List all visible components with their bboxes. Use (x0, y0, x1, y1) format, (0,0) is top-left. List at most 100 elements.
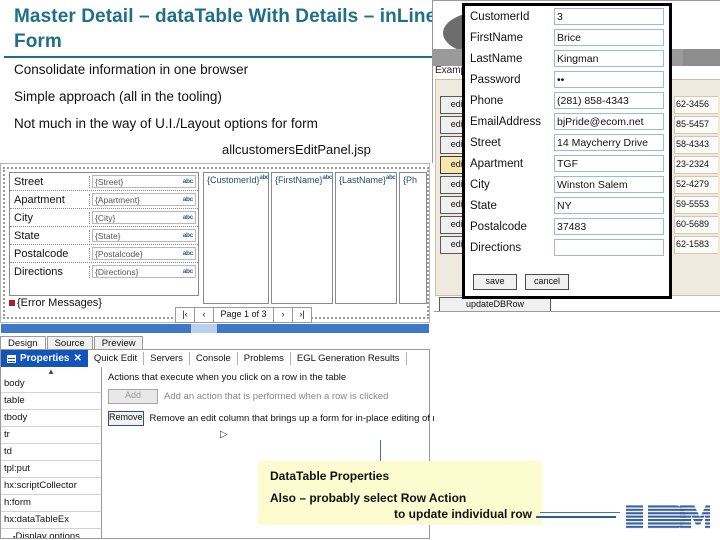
emailaddress-field[interactable]: bjPride@ecom.net (554, 113, 664, 130)
add-button[interactable]: Add (108, 389, 158, 404)
firstname-field[interactable]: Brice (554, 29, 664, 46)
tab-quick-edit[interactable]: Quick Edit (88, 352, 145, 365)
bullet-item: Consolidate information in one browser (14, 62, 249, 77)
field-label: State (470, 199, 497, 212)
pager-last-button[interactable]: ›| (293, 308, 311, 322)
binding-text: {Postalcode} (95, 248, 143, 259)
callout-line-1: Also – probably select Row Action (270, 491, 467, 505)
column-binding: {CustomerId} (207, 175, 260, 185)
pager-next-button[interactable]: › (274, 308, 293, 322)
canvas-horizontal-scrollbar[interactable] (1, 324, 429, 333)
design-field-label: Postalcode (10, 247, 90, 260)
customerid-field[interactable]: 3 (554, 8, 664, 25)
callout-connector-vertical (380, 440, 381, 462)
callout-connector-horizontal (540, 512, 620, 513)
apartment-field[interactable]: TGF (554, 155, 664, 172)
form-row-directions: Directions (465, 237, 669, 258)
phone-field[interactable]: (281) 858-4343 (554, 92, 664, 109)
ibm-logo (624, 502, 712, 532)
tab-design[interactable]: Design (0, 336, 46, 350)
design-row-street: Street {Street} abc (10, 173, 198, 191)
remove-description: Remove an edit column that brings up a f… (149, 413, 434, 424)
tree-item-tbody[interactable]: tbody (1, 410, 101, 427)
field-label: Apartment (470, 157, 524, 170)
tab-preview[interactable]: Preview (93, 336, 144, 350)
tree-item-display-options[interactable]: Display options (1, 529, 101, 538)
street-field[interactable]: 14 Maycherry Drive (554, 134, 664, 151)
form-button-bar: save cancel (473, 274, 569, 290)
design-field-state[interactable]: {State} abc (92, 229, 196, 242)
form-row-emailaddress: EmailAddress bjPride@ecom.net (465, 111, 669, 132)
tab-console[interactable]: Console (190, 352, 238, 365)
form-row-postalcode: Postalcode 37483 (465, 216, 669, 237)
properties-tree[interactable]: ▲ body table tbody tr td tpl:put hx:scri… (1, 367, 102, 538)
tab-egl-generation-results[interactable]: EGL Generation Results (291, 352, 407, 365)
tab-properties[interactable]: Properties ✕ (1, 350, 88, 367)
tab-properties-label: Properties (20, 353, 70, 364)
column-binding: {Ph (403, 175, 418, 185)
tree-item-datatableex[interactable]: hx:dataTableEx (1, 512, 101, 529)
password-field[interactable]: •• (554, 71, 664, 88)
tree-item-tr[interactable]: tr (1, 427, 101, 444)
row-actions-heading: Actions that execute when you click on a… (108, 372, 347, 383)
error-messages-placeholder: {Error Messages} (9, 297, 199, 311)
column-binding: {LastName} (339, 175, 387, 185)
design-field-label: Street (10, 175, 90, 188)
directions-field[interactable] (554, 239, 664, 256)
pager-first-button[interactable]: |‹ (176, 308, 195, 322)
pager-prev-button[interactable]: ‹ (195, 308, 214, 322)
error-icon (9, 300, 15, 307)
tree-item-td[interactable]: td (1, 444, 101, 461)
field-label: EmailAddress (470, 115, 541, 128)
design-field-apartment[interactable]: {Apartment} abc (92, 193, 196, 206)
save-button[interactable]: save (473, 274, 517, 290)
pager-status: Page 1 of 3 (214, 308, 274, 322)
tab-servers[interactable]: Servers (144, 352, 190, 365)
design-field-street[interactable]: {Street} abc (92, 175, 196, 188)
design-column-phone[interactable]: {Ph (399, 172, 427, 304)
callout-line-2: to update individual row (394, 507, 532, 521)
datatable-pager: |‹ ‹ Page 1 of 3 › ›| (175, 307, 312, 323)
field-label: Phone (470, 94, 504, 107)
tree-item-table[interactable]: table (1, 393, 101, 410)
field-label: City (470, 178, 490, 191)
design-row-apartment: Apartment {Apartment} abc (10, 191, 198, 209)
add-description: Add an action that is performed when a r… (164, 391, 389, 402)
scrollbar-thumb[interactable] (191, 324, 217, 333)
lastname-field[interactable]: Kingman (554, 50, 664, 67)
field-label: Street (470, 136, 501, 149)
city-field[interactable]: Winston Salem (554, 176, 664, 193)
callout-box: DataTable Properties Also – probably sel… (258, 461, 542, 525)
binding-text: {City} (95, 212, 116, 223)
tab-problems[interactable]: Problems (238, 352, 291, 365)
design-field-directions[interactable]: {Directions} abc (92, 265, 196, 278)
design-field-city[interactable]: {City} abc (92, 211, 196, 224)
abc-icon: abc (259, 175, 270, 181)
form-row-state: State NY (465, 195, 669, 216)
tree-item-tplput[interactable]: tpl:put (1, 461, 101, 478)
design-field-postalcode[interactable]: {Postalcode} abc (92, 247, 196, 260)
update-db-row-button[interactable]: updateDBRow (439, 297, 551, 311)
tree-item-hform[interactable]: h:form (1, 495, 101, 512)
tree-item-body[interactable]: body (1, 376, 101, 393)
phone-column: 62-3456 85-5457 58-4343 23-2324 52-4279 … (674, 94, 718, 256)
design-column-customerid[interactable]: {CustomerId}abc (203, 172, 269, 304)
cancel-button[interactable]: cancel (525, 274, 569, 290)
design-canvas: Street {Street} abc Apartment {Apartment… (0, 163, 430, 323)
remove-button[interactable]: Remove (108, 411, 144, 426)
table-cell-phone: 58-4343 (674, 136, 718, 154)
form-row-city: City Winston Salem (465, 174, 669, 195)
form-row-street: Street 14 Maycherry Drive (465, 132, 669, 153)
callout-title: DataTable Properties (270, 469, 390, 483)
tree-item-scriptcollector[interactable]: hx:scriptCollector (1, 478, 101, 495)
field-label: Postalcode (470, 220, 527, 233)
close-icon[interactable]: ✕ (73, 353, 81, 364)
state-field[interactable]: NY (554, 197, 664, 214)
tab-source[interactable]: Source (46, 336, 93, 350)
design-column-lastname[interactable]: {LastName}abc (335, 172, 397, 304)
design-column-firstname[interactable]: {FirstName}abc (271, 172, 333, 304)
design-field-label: Directions (10, 265, 90, 278)
postalcode-field[interactable]: 37483 (554, 218, 664, 235)
error-messages-text: {Error Messages} (17, 297, 102, 309)
scroll-up-icon[interactable]: ▲ (1, 367, 101, 376)
